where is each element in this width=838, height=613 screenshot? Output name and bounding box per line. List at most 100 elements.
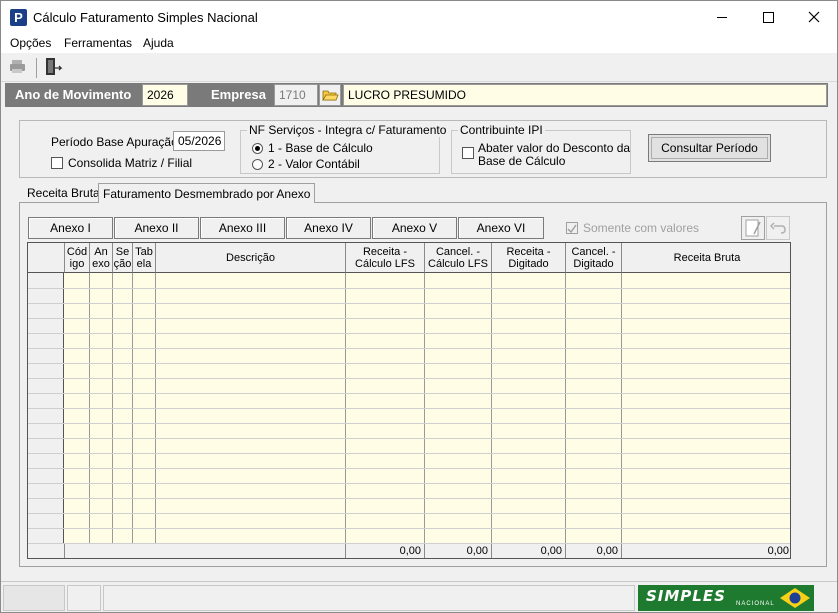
ipi-group-title: Contribuinte IPI [458, 123, 545, 137]
col-header-text: Cancel. - Cálculo LFS [428, 245, 488, 270]
toolbar [1, 53, 837, 82]
radio-base-calculo[interactable] [252, 143, 263, 154]
radio-valor-contabil[interactable] [252, 159, 263, 170]
menu-bar: Opções Ferramentas Ajuda [1, 33, 837, 53]
anexo-iii-button[interactable]: Anexo III [200, 217, 285, 239]
column-header-receita-lfs[interactable]: Receita - Cálculo LFS [346, 243, 425, 273]
grid-row-line [28, 333, 790, 334]
grid-row-line [28, 363, 790, 364]
empresa-name-field: LUCRO PRESUMIDO [343, 84, 827, 106]
checkmark-icon [567, 224, 577, 234]
periodo-label: Período Base Apuração: [51, 135, 182, 149]
grid-row-line [28, 453, 790, 454]
empresa-label: Empresa [211, 87, 266, 102]
logo-subtext: NACIONAL [736, 601, 775, 607]
minimize-button[interactable] [699, 1, 745, 33]
close-icon [808, 11, 820, 23]
column-header-descricao[interactable]: Descrição [156, 243, 346, 273]
grid-row-line [28, 438, 790, 439]
status-panel-3 [103, 585, 635, 611]
col-header-text: Tab ela [135, 245, 153, 270]
toolbar-separator [36, 58, 37, 78]
exit-button[interactable] [42, 56, 64, 78]
abater-desconto-label-1: Abater valor do Desconto da [478, 141, 631, 155]
consultar-periodo-button[interactable]: Consultar Período [648, 134, 771, 162]
simples-nacional-logo: SIMPLES NACIONAL [638, 585, 814, 611]
print-button[interactable] [7, 56, 29, 78]
grid-row-line [28, 498, 790, 499]
col-header-text: Receita - Digitado [506, 245, 551, 270]
periodo-input[interactable]: 05/2026 [173, 131, 225, 151]
grid-row-line [28, 408, 790, 409]
status-bar: SIMPLES NACIONAL [1, 581, 837, 612]
status-panel-2 [67, 585, 101, 611]
filter-panel: Período Base Apuração: 05/2026 Consolida… [19, 120, 827, 178]
grid-row-line [28, 483, 790, 484]
grid-row-line [28, 393, 790, 394]
nf-servicos-group: NF Serviços - Integra c/ Faturamento 1 -… [240, 123, 449, 174]
tab-receita-bruta[interactable]: Receita Bruta [23, 183, 104, 203]
undo-button[interactable] [766, 216, 790, 240]
folder-open-icon [322, 90, 339, 101]
menu-ajuda[interactable]: Ajuda [143, 36, 174, 50]
grid-corner-header [28, 243, 65, 273]
col-header-text: Receita - Cálculo LFS [355, 245, 415, 270]
maximize-button[interactable] [745, 1, 791, 33]
grid-row-line [28, 543, 790, 544]
col-header-text: Cancel. - Digitado [571, 245, 616, 270]
anexo-v-button[interactable]: Anexo V [372, 217, 457, 239]
grid-row-line [28, 528, 790, 529]
anexo-iv-button[interactable]: Anexo IV [286, 217, 371, 239]
col-header-text: Descrição [226, 251, 275, 264]
col-header-text: Cód igo [66, 245, 88, 270]
exit-door-icon [46, 58, 63, 75]
column-header-tabela[interactable]: Tab ela [133, 243, 156, 273]
grid-row-line [28, 468, 790, 469]
somente-valores-checkbox[interactable] [566, 222, 578, 234]
abater-desconto-checkbox[interactable] [462, 147, 474, 159]
ano-field[interactable]: 2026 [142, 84, 188, 106]
total-receita-bruta: 0,00 [767, 545, 789, 557]
column-header-cancel-digitado[interactable]: Cancel. - Digitado [566, 243, 622, 273]
radio-valor-contabil-label: 2 - Valor Contábil [268, 157, 360, 171]
abater-desconto-label-2: Base de Cálculo [478, 154, 566, 168]
brazil-flag-icon [778, 586, 812, 610]
contribuinte-ipi-group: Contribuinte IPI Abater valor do Descont… [451, 123, 631, 174]
column-header-secao[interactable]: Se ção [113, 243, 133, 273]
col-header-text: Receita Bruta [673, 251, 741, 264]
main-window: P Cálculo Faturamento Simples Nacional O… [0, 0, 838, 613]
anexo-i-button[interactable]: Anexo I [28, 217, 113, 239]
menu-ferramentas[interactable]: Ferramentas [64, 36, 132, 50]
consolida-checkbox[interactable] [51, 157, 63, 169]
column-header-receita-bruta[interactable]: Receita Bruta [622, 243, 790, 273]
logo-text: SIMPLES [646, 587, 726, 605]
col-header-text: An exo [92, 245, 110, 270]
total-cancel-lfs: 0,00 [425, 544, 492, 558]
consolida-label: Consolida Matriz / Filial [68, 156, 193, 170]
column-header-cancel-lfs[interactable]: Cancel. - Cálculo LFS [425, 243, 492, 273]
empresa-lookup-button[interactable] [319, 84, 341, 106]
tab-faturamento-anexo[interactable]: Faturamento Desmembrado por Anexo [98, 183, 316, 203]
ano-label: Ano de Movimento [15, 87, 132, 102]
window-title: Cálculo Faturamento Simples Nacional [33, 10, 258, 25]
anexo-vi-button[interactable]: Anexo VI [458, 217, 544, 239]
column-header-anexo[interactable]: An exo [90, 243, 113, 273]
totals-blank [65, 544, 346, 558]
col-header-text: Se ção [113, 245, 132, 270]
empresa-code-field[interactable]: 1710 [274, 84, 318, 106]
consultar-periodo-label: Consultar Período [661, 141, 758, 155]
app-icon: P [10, 9, 27, 26]
grid-totals-row: 0,00 0,00 0,00 0,00 0,00 [28, 543, 790, 558]
header-strip: Ano de Movimento 2026 Empresa 1710 LUCRO… [5, 83, 828, 107]
close-button[interactable] [791, 1, 837, 33]
data-grid[interactable]: Cód igo An exo Se ção Tab ela Descrição Rece… [27, 242, 791, 559]
edit-button[interactable] [741, 216, 765, 240]
title-bar: P Cálculo Faturamento Simples Nacional [1, 1, 837, 33]
totals-blank [28, 544, 65, 558]
column-header-codigo[interactable]: Cód igo [65, 243, 90, 273]
menu-opcoes[interactable]: Opções [10, 36, 51, 50]
edit-note-icon [745, 219, 761, 237]
column-header-receita-digitado[interactable]: Receita - Digitado [492, 243, 566, 273]
anexo-ii-button[interactable]: Anexo II [114, 217, 199, 239]
total-receita-lfs: 0,00 [346, 544, 425, 558]
